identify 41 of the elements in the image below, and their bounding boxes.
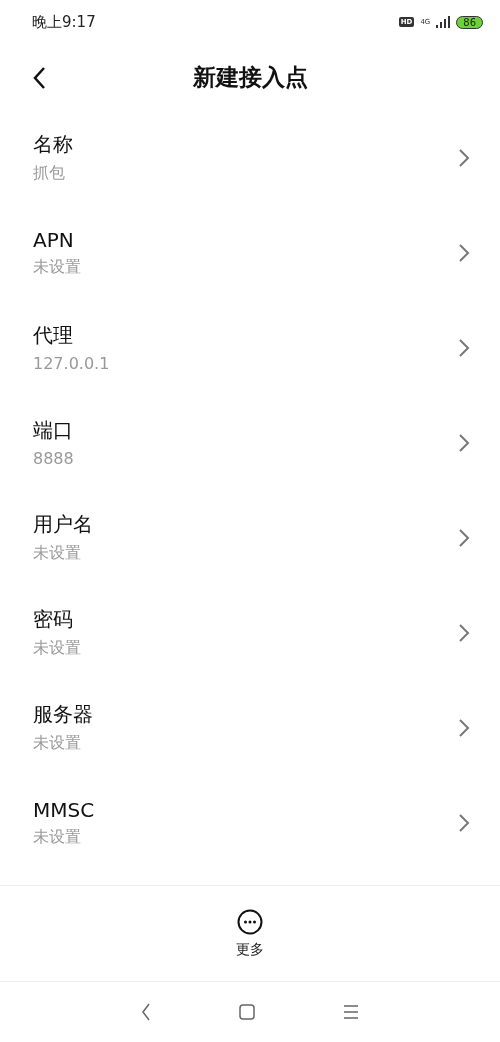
setting-label: 端口 (33, 417, 74, 444)
status-time: 晚上9:17 (32, 12, 96, 32)
setting-value: 未设置 (33, 638, 82, 659)
menu-icon (343, 1005, 359, 1019)
chevron-right-icon (458, 622, 470, 643)
chevron-right-icon (458, 527, 470, 548)
battery-level: 86 (456, 15, 483, 29)
setting-label: MMSC (33, 797, 96, 822)
page-title: 新建接入点 (192, 62, 308, 92)
home-icon (239, 1004, 255, 1020)
setting-label: APN (33, 227, 75, 252)
setting-row[interactable]: 服务器 未设置 (0, 680, 500, 775)
setting-row[interactable]: 密码 未设置 (0, 585, 500, 680)
setting-value: 127.0.0.1 (33, 354, 111, 373)
setting-value: 未设置 (33, 826, 82, 848)
signal-icon (436, 16, 451, 28)
chevron-right-icon (458, 242, 470, 263)
chevron-right-icon (458, 337, 470, 358)
more-icon (237, 908, 263, 935)
chevron-right-icon (458, 717, 470, 738)
setting-label: 服务器 (33, 701, 94, 728)
setting-value: 未设置 (33, 256, 82, 278)
setting-value: 未设置 (33, 733, 82, 754)
setting-label: 名称 (33, 131, 74, 158)
setting-row[interactable]: 用户名 未设置 (0, 490, 500, 585)
setting-label: 代理 (33, 322, 74, 349)
more-button[interactable]: 更多 (232, 904, 268, 963)
setting-label: 用户名 (33, 511, 94, 538)
back-icon (141, 1003, 151, 1021)
setting-row[interactable]: 端口 8888 (0, 395, 500, 490)
setting-value: 未设置 (33, 543, 82, 564)
setting-label: 密码 (33, 606, 74, 633)
setting-row[interactable]: 代理 127.0.0.1 (0, 300, 500, 395)
setting-row[interactable]: APN 未设置 (0, 205, 500, 300)
chevron-right-icon (458, 812, 470, 833)
setting-row[interactable]: MMSC 未设置 (0, 775, 500, 870)
chevron-right-icon (458, 147, 470, 168)
setting-value: 8888 (33, 449, 75, 468)
setting-row[interactable]: 名称 抓包 (0, 110, 500, 205)
setting-value: 抓包 (33, 163, 66, 184)
chevron-right-icon (458, 432, 470, 453)
